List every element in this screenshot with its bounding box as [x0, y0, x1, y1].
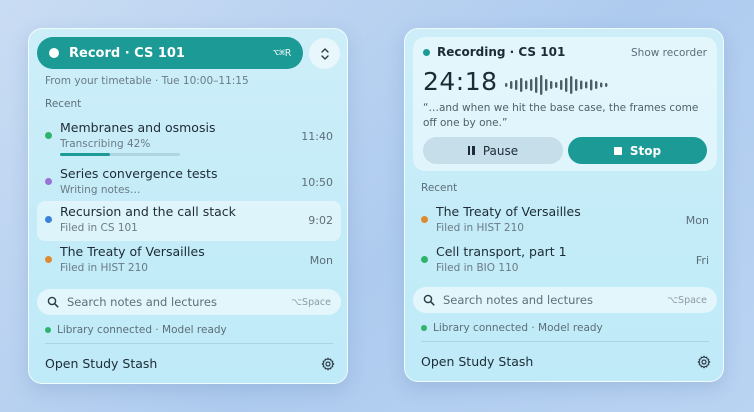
recording-title: Recording · CS 101: [437, 45, 566, 59]
waveform-bar: [595, 81, 598, 89]
expand-button[interactable]: [309, 38, 340, 69]
status-ok-icon: [45, 327, 51, 333]
transcribe-progress: [60, 153, 180, 156]
status-dot-icon: [45, 256, 52, 263]
waveform-bar: [505, 83, 508, 87]
search-icon: [423, 294, 435, 306]
recent-item-time: Mon: [685, 214, 709, 227]
search-shortcut: ⌥Space: [291, 296, 331, 308]
menu-panel-idle: Record · CS 101 ⌥⌘R From your timetable …: [28, 28, 348, 384]
recent-item-subtitle: Filed in HIST 210: [436, 222, 524, 234]
waveform-bar: [535, 77, 538, 93]
status-dot-icon: [421, 256, 428, 263]
transcribe-progress-fill: [60, 153, 111, 156]
record-shortcut: ⌥⌘R: [272, 47, 291, 59]
status-dot-icon: [45, 216, 52, 223]
search-input[interactable]: [443, 293, 668, 307]
recent-item-title: Series convergence tests: [60, 166, 218, 181]
recent-item-time: Mon: [309, 254, 333, 267]
open-app-button[interactable]: Open Study Stash: [45, 356, 157, 371]
divider: [421, 341, 709, 342]
recent-item-subtitle: Filed in HIST 210: [60, 262, 148, 274]
waveform-bar: [555, 82, 558, 88]
waveform-bar: [520, 78, 523, 92]
waveform-bar: [560, 80, 563, 90]
record-label: Record · CS 101: [69, 45, 185, 61]
waveform-bar: [565, 78, 568, 92]
stop-icon: [613, 146, 622, 155]
recent-item[interactable]: Membranes and osmosis Transcribing 42% 1…: [37, 117, 341, 157]
chevron-up-down-icon: [320, 47, 329, 60]
recent-item-time: Fri: [695, 254, 709, 267]
waveform-bar: [550, 81, 553, 89]
waveform-bar: [600, 82, 603, 88]
recent-item[interactable]: The Treaty of Versailles Filed in HIST 2…: [37, 241, 341, 281]
status-ok-icon: [421, 325, 427, 331]
recent-item-time: 9:02: [308, 214, 333, 227]
waveform-bar: [515, 80, 518, 90]
record-button[interactable]: Record · CS 101 ⌥⌘R: [37, 37, 303, 69]
recent-heading: Recent: [45, 98, 82, 110]
status-line: Library connected · Model ready: [45, 324, 227, 336]
waveform-bar: [540, 75, 543, 95]
recent-item-time: 11:40: [301, 130, 333, 143]
recent-item-title: Membranes and osmosis: [60, 120, 216, 135]
search-icon: [47, 296, 59, 308]
pause-button[interactable]: Pause: [423, 137, 563, 164]
recent-item-title: The Treaty of Versailles: [436, 204, 581, 219]
status-line: Library connected · Model ready: [421, 322, 603, 334]
status-dot-icon: [45, 132, 52, 139]
recording-header: Recording · CS 101: [423, 45, 565, 59]
waveform-icon: [505, 75, 608, 95]
divider: [45, 343, 333, 344]
waveform-bar: [605, 83, 608, 87]
waveform-bar: [525, 80, 528, 90]
recent-item-title: The Treaty of Versailles: [60, 244, 205, 259]
recent-item[interactable]: Cell transport, part 1 Filed in BIO 110 …: [413, 241, 717, 281]
recent-item[interactable]: The Treaty of Versailles Filed in HIST 2…: [413, 201, 717, 241]
recent-item-time: 10:50: [301, 176, 333, 189]
waveform-bar: [590, 79, 593, 91]
search-shortcut: ⌥Space: [667, 294, 707, 306]
waveform-bar: [580, 80, 583, 90]
status-text: Library connected · Model ready: [433, 322, 603, 334]
search-field[interactable]: ⌥Space: [37, 289, 341, 315]
recent-item-subtitle: Writing notes…: [60, 184, 141, 196]
stop-label: Stop: [629, 143, 662, 158]
stop-button[interactable]: Stop: [568, 137, 707, 164]
waveform-bar: [570, 76, 573, 94]
menu-panel-recording: Recording · CS 101 Show recorder 24:18 “…: [404, 28, 724, 382]
gear-icon[interactable]: [697, 355, 711, 369]
recent-item-title: Recursion and the call stack: [60, 204, 236, 219]
recent-item-subtitle: Transcribing 42%: [60, 138, 151, 150]
search-field[interactable]: ⌥Space: [413, 287, 717, 313]
status-text: Library connected · Model ready: [57, 324, 227, 336]
recent-item[interactable]: Recursion and the call stack Filed in CS…: [37, 201, 341, 241]
pause-label: Pause: [482, 143, 519, 158]
record-dot-icon: [49, 48, 59, 58]
waveform-bar: [530, 79, 533, 91]
open-app-button[interactable]: Open Study Stash: [421, 354, 533, 369]
status-dot-icon: [45, 178, 52, 185]
waveform-bar: [585, 81, 588, 89]
live-transcript: “…and when we hit the base case, the fra…: [423, 102, 699, 129]
waveform-bar: [545, 79, 548, 91]
recent-heading: Recent: [421, 182, 458, 194]
waveform-bar: [575, 79, 578, 91]
recent-item[interactable]: Series convergence tests Writing notes… …: [37, 163, 341, 203]
status-dot-icon: [421, 216, 428, 223]
pause-icon: [467, 146, 475, 155]
recording-card: Recording · CS 101 Show recorder 24:18 “…: [413, 37, 717, 171]
gear-icon[interactable]: [321, 357, 335, 371]
recent-item-subtitle: Filed in BIO 110: [436, 262, 519, 274]
recording-timer: 24:18: [423, 67, 498, 96]
show-recorder-link[interactable]: Show recorder: [631, 47, 707, 59]
recent-item-subtitle: Filed in CS 101: [60, 222, 138, 234]
recent-item-title: Cell transport, part 1: [436, 244, 567, 259]
timetable-hint: From your timetable · Tue 10:00–11:15: [45, 75, 249, 87]
recording-dot-icon: [423, 48, 430, 56]
waveform-bar: [510, 81, 513, 89]
search-input[interactable]: [67, 295, 292, 309]
